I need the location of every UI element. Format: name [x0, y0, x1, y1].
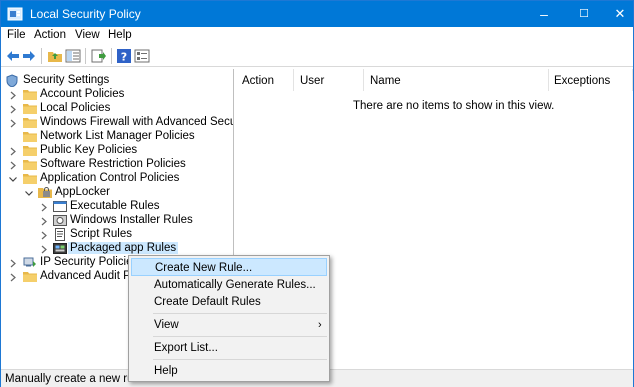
menu-separator — [153, 359, 327, 360]
menu-file[interactable]: File — [7, 29, 26, 41]
tree-node-label: Windows Firewall with Advanced Security — [40, 116, 234, 128]
menu-item-label: View — [154, 319, 179, 331]
installer-rules-icon — [53, 214, 67, 227]
chevron-right-icon[interactable] — [9, 273, 17, 282]
chevron-right-icon[interactable] — [9, 259, 17, 268]
packaged-app-rules-icon — [53, 242, 67, 255]
folder-icon — [23, 270, 37, 283]
up-folder-icon[interactable] — [47, 48, 63, 64]
menu-action[interactable]: Action — [34, 29, 66, 41]
folder-icon — [23, 102, 37, 115]
ip-security-icon — [23, 256, 37, 269]
menu-bar: File Action View Help — [1, 27, 633, 45]
chevron-right-icon[interactable] — [9, 119, 17, 128]
tree-node-label: Local Policies — [40, 102, 111, 114]
chevron-right-icon[interactable] — [9, 161, 17, 170]
export-list-icon[interactable] — [91, 48, 107, 64]
menu-item-help[interactable]: Help — [131, 362, 327, 380]
toolbar: ? — [1, 45, 633, 67]
properties-icon[interactable] — [134, 48, 150, 64]
chevron-right-icon[interactable] — [9, 91, 17, 100]
tree-node-label: Software Restriction Policies — [40, 158, 186, 170]
tree-node-label: Windows Installer Rules — [70, 214, 193, 226]
folder-icon — [23, 144, 37, 157]
column-header-user[interactable]: User — [294, 69, 364, 91]
chevron-right-icon[interactable] — [9, 147, 17, 156]
tree-node-label: AppLocker — [55, 186, 110, 198]
menu-view[interactable]: View — [75, 29, 100, 41]
tree-node-label: Account Policies — [40, 88, 125, 100]
show-hide-tree-icon[interactable] — [65, 48, 81, 64]
tree-node-label: Application Control Policies — [40, 172, 180, 184]
security-policy-app-icon — [7, 6, 23, 22]
applocker-icon — [38, 186, 52, 199]
chevron-right-icon[interactable] — [9, 105, 17, 114]
chevron-right-icon[interactable] — [40, 245, 48, 254]
column-header-action[interactable]: Action — [236, 69, 294, 91]
window-title: Local Security Policy — [30, 7, 141, 21]
menu-item-export-list[interactable]: Export List... — [131, 339, 327, 357]
title-bar[interactable]: Local Security Policy – ☐ ✕ — [1, 1, 633, 27]
folder-icon — [23, 158, 37, 171]
chevron-right-icon: › — [318, 319, 322, 331]
menu-separator — [153, 313, 327, 314]
back-arrow-icon[interactable] — [5, 48, 21, 64]
column-header-name[interactable]: Name — [364, 69, 549, 91]
status-text: Manually create a new rule — [5, 373, 143, 385]
tree-node-label: Network List Manager Policies — [40, 130, 195, 142]
menu-item-label: Help — [154, 365, 178, 377]
menu-item-automatically-generate-rules[interactable]: Automatically Generate Rules... — [131, 276, 327, 294]
security-settings-icon — [5, 74, 19, 88]
menu-item-view[interactable]: View › — [131, 316, 327, 334]
app-window: Local Security Policy – ☐ ✕ File Action … — [0, 0, 634, 387]
menu-item-label: Export List... — [154, 342, 218, 354]
folder-icon — [23, 88, 37, 101]
menu-item-create-default-rules[interactable]: Create Default Rules — [131, 293, 327, 311]
tree-node-label: Public Key Policies — [40, 144, 138, 156]
chevron-down-icon[interactable] — [25, 189, 33, 198]
toolbar-separator — [41, 48, 42, 64]
tree-node-label: Script Rules — [70, 228, 132, 240]
menu-separator — [153, 336, 327, 337]
menu-item-label: Create New Rule... — [155, 262, 253, 274]
chevron-right-icon[interactable] — [40, 217, 48, 226]
column-header-exceptions[interactable]: Exceptions — [549, 69, 633, 91]
folder-icon — [23, 116, 37, 129]
forward-arrow-icon[interactable] — [21, 48, 37, 64]
menu-item-label: Automatically Generate Rules... — [154, 279, 316, 291]
chevron-down-icon[interactable] — [9, 175, 17, 184]
menu-item-label: Create Default Rules — [154, 296, 261, 308]
context-menu: Create New Rule... Automatically Generat… — [128, 255, 330, 382]
tree-node-label: Security Settings — [23, 74, 110, 86]
close-icon[interactable]: ✕ — [597, 1, 634, 27]
menu-item-create-new-rule[interactable]: Create New Rule... — [131, 258, 327, 276]
empty-list-message: There are no items to show in this view. — [353, 100, 555, 112]
chevron-right-icon[interactable] — [40, 231, 48, 240]
chevron-right-icon[interactable] — [40, 203, 48, 212]
folder-icon — [23, 172, 37, 185]
toolbar-separator — [111, 48, 112, 64]
tree-node-label: Executable Rules — [70, 200, 160, 212]
svg-text:?: ? — [121, 51, 127, 64]
folder-icon — [23, 130, 37, 143]
toolbar-separator — [85, 48, 86, 64]
help-icon[interactable]: ? — [116, 48, 132, 64]
menu-help[interactable]: Help — [108, 29, 132, 41]
executable-rules-icon — [53, 200, 67, 213]
tree-node-label: Packaged app Rules — [68, 242, 179, 254]
script-rules-icon — [53, 228, 67, 241]
